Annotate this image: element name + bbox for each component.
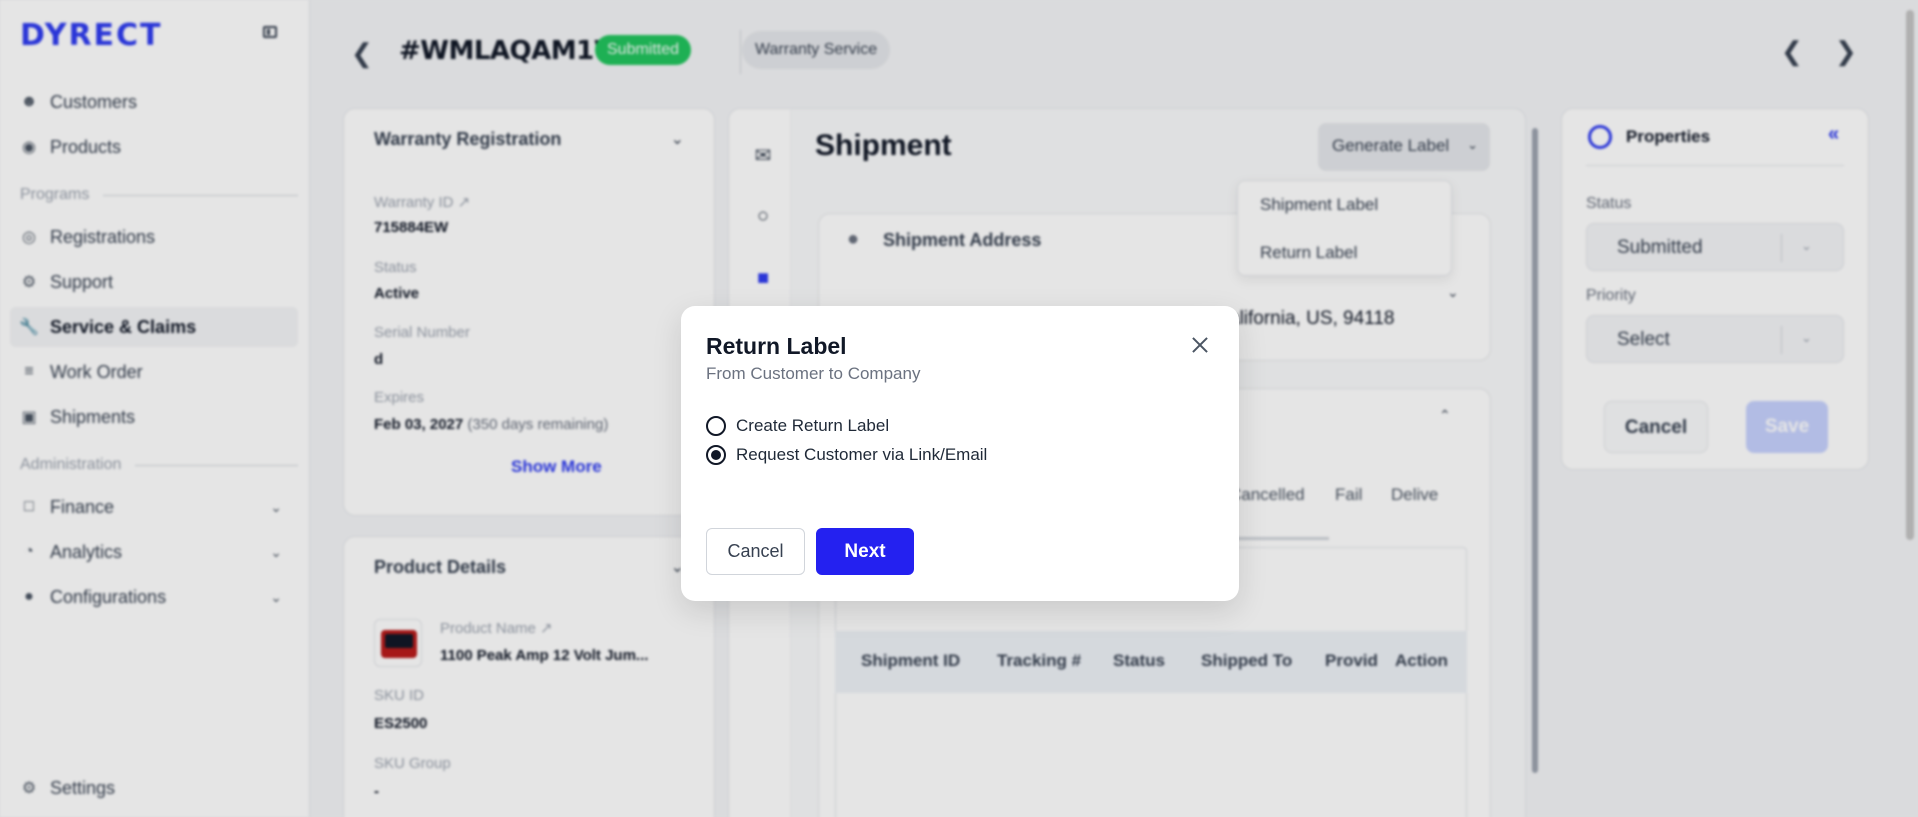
option-label: Request Customer via Link/Email <box>736 445 988 464</box>
close-icon[interactable] <box>1185 330 1215 360</box>
radio-button[interactable] <box>706 416 726 436</box>
dialog-title: Return Label <box>706 333 847 359</box>
option-label: Create Return Label <box>736 416 890 435</box>
cancel-button[interactable]: Cancel <box>706 528 805 575</box>
next-button[interactable]: Next <box>816 528 914 575</box>
return-label-dialog: Return Label From Customer to Company Cr… <box>681 306 1239 601</box>
dialog-subtitle: From Customer to Company <box>706 364 921 383</box>
radio-button[interactable] <box>706 445 726 465</box>
option-create-return-label[interactable]: Create Return Label <box>706 414 889 438</box>
option-request-customer[interactable]: Request Customer via Link/Email <box>706 443 987 467</box>
